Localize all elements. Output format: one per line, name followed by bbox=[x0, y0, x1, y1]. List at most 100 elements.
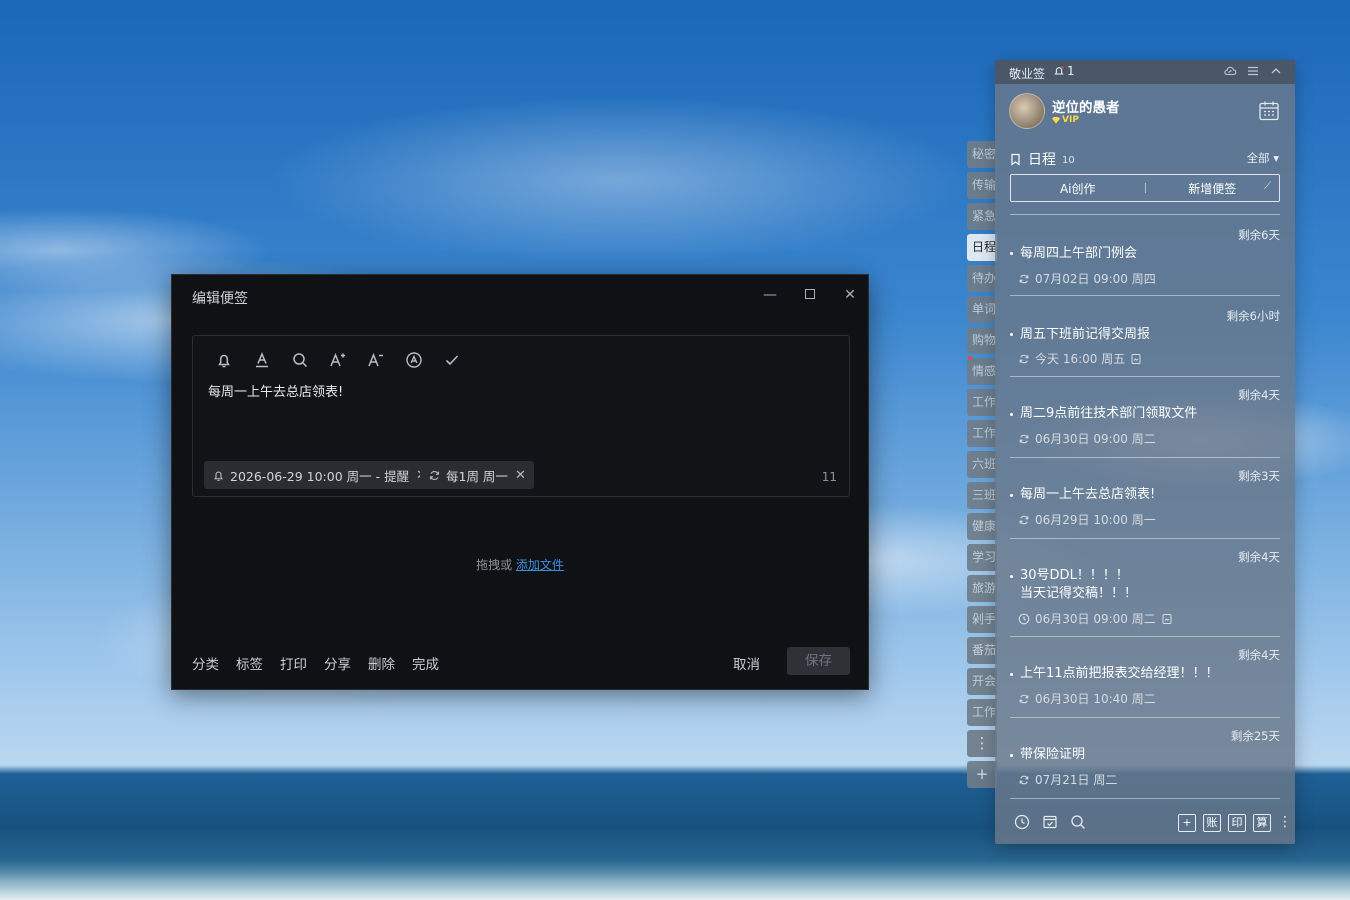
avatar[interactable] bbox=[1009, 93, 1045, 129]
section-header: 日程 10 bbox=[1009, 149, 1075, 169]
menu-icon[interactable] bbox=[1246, 64, 1260, 78]
repeat-chip[interactable]: 每1周 周一 ✕ bbox=[420, 461, 534, 489]
list-item[interactable]: 剩余25天 带保险证明 07月21日 周二 bbox=[1010, 717, 1280, 798]
minimize-button[interactable]: — bbox=[760, 285, 780, 305]
item-datetime: 06月30日 09:00 周二 bbox=[1035, 612, 1156, 626]
list-item[interactable]: 剩余6小时 周五下班前记得交周报 今天 16:00 周五 bbox=[1010, 295, 1280, 376]
tab-category[interactable]: 剁手 bbox=[967, 606, 997, 633]
item-meta: 06月30日 09:00 周二 bbox=[1018, 430, 1156, 447]
bullet bbox=[1010, 754, 1013, 757]
list-item[interactable]: 剩余3天 每周一上午去总店领表! 06月29日 10:00 周一 bbox=[1010, 457, 1280, 538]
item-datetime: 06月30日 09:00 周二 bbox=[1035, 432, 1156, 446]
bullet bbox=[1010, 575, 1013, 578]
tab-category[interactable]: 传输 bbox=[967, 172, 997, 199]
text-color-icon[interactable] bbox=[249, 348, 275, 372]
format-toolbar bbox=[211, 348, 465, 372]
list-item[interactable]: 剩余4天 周二9点前往技术部门领取文件 06月30日 09:00 周二 bbox=[1010, 376, 1280, 457]
notification-button[interactable]: 1 bbox=[1053, 64, 1075, 78]
complete-button[interactable]: 完成 bbox=[412, 653, 439, 673]
tab-category[interactable]: 学习 bbox=[967, 544, 997, 571]
add-button[interactable]: + bbox=[1178, 814, 1196, 832]
item-title: 每周四上午部门例会 bbox=[1020, 246, 1138, 261]
close-button[interactable]: ✕ bbox=[840, 285, 860, 305]
tab-category[interactable]: 健康 bbox=[967, 513, 997, 540]
share-button[interactable]: 分享 bbox=[324, 653, 351, 673]
tab-category[interactable]: 待办 bbox=[967, 265, 997, 292]
filter-dropdown[interactable]: 全部 ▾ bbox=[1247, 150, 1279, 166]
note-editor-box[interactable]: 每周一上午去总店领表! 2026-06-29 10:00 周一 - 提醒 ✕ 每… bbox=[192, 335, 850, 497]
tab-category-active[interactable]: 日程 bbox=[967, 234, 997, 261]
more-options-icon[interactable]: ⋮ bbox=[1278, 814, 1292, 832]
tab-category[interactable]: 开会 bbox=[967, 668, 997, 695]
stamp-button[interactable]: 印 bbox=[1228, 814, 1246, 832]
edit-note-dialog: 编辑便签 — ✕ 每周一上午去总店领表! 2026-06-29 10:00 周一… bbox=[171, 274, 869, 690]
clear-format-icon[interactable] bbox=[401, 348, 427, 372]
tab-category[interactable]: 秘密 bbox=[967, 141, 997, 168]
tab-category[interactable]: 工作 bbox=[967, 420, 997, 447]
tab-category[interactable]: 工作 bbox=[967, 699, 997, 726]
repeat-icon bbox=[1019, 354, 1029, 363]
repeat-icon bbox=[1019, 515, 1029, 524]
checkbox-icon[interactable] bbox=[1042, 814, 1058, 830]
cancel-button[interactable]: 取消 bbox=[733, 653, 760, 673]
reminder-chip[interactable]: 2026-06-29 10:00 周一 - 提醒 ✕ bbox=[204, 461, 435, 489]
search-icon[interactable] bbox=[287, 348, 313, 372]
category-button[interactable]: 分类 bbox=[192, 653, 219, 673]
bell-icon bbox=[1054, 66, 1064, 75]
tab-category[interactable]: 三班 bbox=[967, 482, 997, 509]
dialog-title: 编辑便签 bbox=[192, 291, 248, 307]
cloud-sync-icon[interactable] bbox=[1223, 64, 1237, 78]
repeat-icon bbox=[1019, 775, 1029, 784]
item-title: 30号DDL！！！！ bbox=[1020, 568, 1129, 583]
clock-icon[interactable] bbox=[1014, 814, 1030, 830]
footer-actions: 分类 标签 打印 分享 删除 完成 bbox=[192, 653, 439, 673]
collapse-icon[interactable] bbox=[1269, 64, 1283, 78]
tab-category[interactable]: 六班 bbox=[967, 451, 997, 478]
attach-hint: 拖拽或 添加文件 bbox=[172, 556, 868, 573]
bottom-left-tools bbox=[1014, 814, 1086, 830]
repeat-text: 每1周 周一 bbox=[446, 468, 508, 484]
item-datetime: 07月02日 09:00 周四 bbox=[1035, 272, 1156, 286]
maximize-button[interactable] bbox=[800, 285, 820, 305]
item-datetime: 06月29日 10:00 周一 bbox=[1035, 513, 1156, 527]
more-tabs-icon[interactable]: ⋮ bbox=[967, 730, 997, 757]
calculator-button[interactable]: 算 bbox=[1253, 814, 1271, 832]
item-title: 每周一上午去总店领表! bbox=[1020, 487, 1156, 502]
add-tab-icon[interactable]: + bbox=[967, 761, 997, 788]
vip-badge: VIP bbox=[1052, 115, 1079, 125]
search-icon[interactable] bbox=[1070, 814, 1086, 830]
font-increase-icon[interactable] bbox=[325, 348, 351, 372]
note-content[interactable]: 每周一上午去总店领表! bbox=[208, 381, 343, 400]
tab-category[interactable]: 紧急 bbox=[967, 203, 997, 230]
new-note-button[interactable]: 新增便签 bbox=[1146, 180, 1280, 197]
ai-create-button[interactable]: Ai创作 bbox=[1011, 180, 1145, 197]
ledger-button[interactable]: 账 bbox=[1203, 814, 1221, 832]
tab-category[interactable]: 旅游 bbox=[967, 575, 997, 602]
remove-repeat-icon[interactable]: ✕ bbox=[515, 468, 526, 483]
attachment-icon bbox=[1162, 613, 1172, 624]
item-title-line2: 当天记得交稿！！！ bbox=[1020, 586, 1138, 601]
item-meta: 06月30日 10:40 周二 bbox=[1018, 690, 1156, 707]
font-decrease-icon[interactable] bbox=[363, 348, 389, 372]
delete-button[interactable]: 删除 bbox=[368, 653, 395, 673]
print-button[interactable]: 打印 bbox=[280, 653, 307, 673]
list-item[interactable]: 剩余6天 每周四上午部门例会 07月02日 09:00 周四 bbox=[1010, 214, 1280, 295]
calendar-icon[interactable] bbox=[1257, 99, 1281, 123]
tab-category[interactable]: 工作 bbox=[967, 389, 997, 416]
checkmark-icon[interactable] bbox=[439, 348, 465, 372]
tab-category[interactable]: 单词 bbox=[967, 296, 997, 323]
tab-category[interactable]: 情感 bbox=[967, 358, 997, 385]
tag-button[interactable]: 标签 bbox=[236, 653, 263, 673]
clock-icon bbox=[1018, 613, 1030, 624]
list-item[interactable]: 剩余4天 30号DDL！！！！ 当天记得交稿！！！ 06月30日 09:00 周… bbox=[1010, 538, 1280, 636]
section-count: 10 bbox=[1062, 155, 1075, 166]
list-item[interactable]: 剩余4天 上午11点前把报表交给经理！！！ 06月30日 10:40 周二 bbox=[1010, 636, 1280, 717]
tab-category[interactable]: 番茄 bbox=[967, 637, 997, 664]
bell-icon[interactable] bbox=[211, 348, 237, 372]
repeat-icon bbox=[1019, 694, 1029, 703]
save-button[interactable]: 保存 bbox=[787, 647, 850, 675]
add-file-link[interactable]: 添加文件 bbox=[516, 558, 564, 572]
tab-category[interactable]: 购物 bbox=[967, 327, 997, 354]
bottom-right-tools: + 账 印 算 ⋮ bbox=[1178, 814, 1292, 832]
bullet bbox=[1010, 673, 1013, 676]
